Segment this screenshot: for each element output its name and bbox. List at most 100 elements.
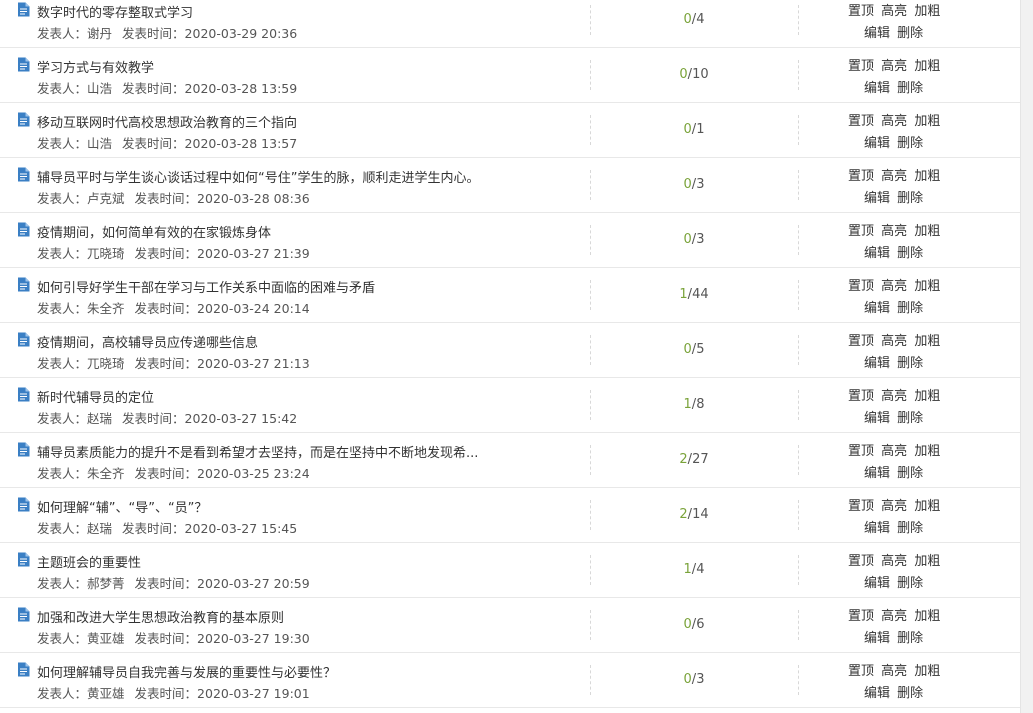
edit-button[interactable]: 编辑 bbox=[864, 686, 890, 701]
bold-button[interactable]: 加粗 bbox=[914, 169, 940, 184]
highlight-button[interactable]: 高亮 bbox=[881, 554, 907, 569]
edit-button[interactable]: 编辑 bbox=[864, 576, 890, 591]
document-icon bbox=[17, 607, 30, 622]
edit-button[interactable]: 编辑 bbox=[864, 521, 890, 536]
bold-button[interactable]: 加粗 bbox=[914, 389, 940, 404]
time-label: 发表时间： bbox=[134, 631, 198, 646]
view-count: 4 bbox=[696, 562, 705, 577]
post-meta: 发表人：朱全齐 发表时间：2020-03-25 23:24 bbox=[37, 463, 310, 482]
post-title-link[interactable]: 疫情期间，高校辅导员应传递哪些信息 bbox=[37, 332, 258, 351]
highlight-button[interactable]: 高亮 bbox=[881, 444, 907, 459]
post-title-link[interactable]: 疫情期间，如何简单有效的在家锻炼身体 bbox=[37, 222, 271, 241]
bold-button[interactable]: 加粗 bbox=[914, 444, 940, 459]
delete-button[interactable]: 删除 bbox=[897, 191, 923, 206]
pin-top-button[interactable]: 置顶 bbox=[848, 609, 874, 624]
pin-top-button[interactable]: 置顶 bbox=[848, 444, 874, 459]
post-row: 新时代辅导员的定位 发表人：赵瑞 发表时间：2020-03-27 15:42 1/… bbox=[0, 378, 1021, 433]
pin-top-button[interactable]: 置顶 bbox=[848, 169, 874, 184]
pin-top-button[interactable]: 置顶 bbox=[848, 499, 874, 514]
bold-button[interactable]: 加粗 bbox=[914, 334, 940, 349]
delete-button[interactable]: 删除 bbox=[897, 521, 923, 536]
edit-button[interactable]: 编辑 bbox=[864, 81, 890, 96]
post-row: 疫情期间，如何简单有效的在家锻炼身体 发表人：兀晓琦 发表时间：2020-03-2… bbox=[0, 213, 1021, 268]
delete-button[interactable]: 删除 bbox=[897, 356, 923, 371]
post-title-link[interactable]: 主题班会的重要性 bbox=[37, 552, 141, 571]
delete-button[interactable]: 删除 bbox=[897, 26, 923, 41]
delete-button[interactable]: 删除 bbox=[897, 301, 923, 316]
post-title-link[interactable]: 新时代辅导员的定位 bbox=[37, 387, 154, 406]
highlight-button[interactable]: 高亮 bbox=[881, 334, 907, 349]
highlight-button[interactable]: 高亮 bbox=[881, 224, 907, 239]
delete-button[interactable]: 删除 bbox=[897, 631, 923, 646]
edit-button[interactable]: 编辑 bbox=[864, 246, 890, 261]
highlight-button[interactable]: 高亮 bbox=[881, 664, 907, 679]
post-row: 如何理解“辅”、“导”、“员”？ 发表人：赵瑞 发表时间：2020-03-27 1… bbox=[0, 488, 1021, 543]
bold-button[interactable]: 加粗 bbox=[914, 609, 940, 624]
post-title-link[interactable]: 如何理解辅导员自我完善与发展的重要性与必要性？ bbox=[37, 662, 336, 681]
pin-top-button[interactable]: 置顶 bbox=[848, 664, 874, 679]
bold-button[interactable]: 加粗 bbox=[914, 59, 940, 74]
pin-top-button[interactable]: 置顶 bbox=[848, 389, 874, 404]
column-divider bbox=[798, 445, 799, 475]
delete-button[interactable]: 删除 bbox=[897, 411, 923, 426]
column-divider bbox=[590, 445, 591, 475]
post-meta: 发表人：谢丹 发表时间：2020-03-29 20:36 bbox=[37, 23, 297, 42]
bold-button[interactable]: 加粗 bbox=[914, 279, 940, 294]
post-row: 移动互联网时代高校思想政治教育的三个指向 发表人：山浩 发表时间：2020-03-… bbox=[0, 103, 1021, 158]
edit-button[interactable]: 编辑 bbox=[864, 26, 890, 41]
author-name: 山浩 bbox=[87, 136, 113, 151]
edit-button[interactable]: 编辑 bbox=[864, 301, 890, 316]
post-title-link[interactable]: 数字时代的零存整取式学习 bbox=[37, 2, 193, 21]
highlight-button[interactable]: 高亮 bbox=[881, 169, 907, 184]
highlight-button[interactable]: 高亮 bbox=[881, 4, 907, 19]
bold-button[interactable]: 加粗 bbox=[914, 224, 940, 239]
actions-bottom: 编辑 删除 bbox=[864, 572, 926, 591]
view-count: 27 bbox=[692, 452, 709, 467]
bold-button[interactable]: 加粗 bbox=[914, 499, 940, 514]
post-title-link[interactable]: 学习方式与有效教学 bbox=[37, 57, 154, 76]
pin-top-button[interactable]: 置顶 bbox=[848, 224, 874, 239]
edit-button[interactable]: 编辑 bbox=[864, 466, 890, 481]
delete-button[interactable]: 删除 bbox=[897, 136, 923, 151]
delete-button[interactable]: 删除 bbox=[897, 576, 923, 591]
delete-button[interactable]: 删除 bbox=[897, 81, 923, 96]
author-label: 发表人： bbox=[37, 191, 88, 206]
highlight-button[interactable]: 高亮 bbox=[881, 59, 907, 74]
bold-button[interactable]: 加粗 bbox=[914, 114, 940, 129]
post-title-link[interactable]: 辅导员素质能力的提升不是看到希望才去坚持，而是在坚持中不断地发现希... bbox=[37, 442, 478, 461]
pin-top-button[interactable]: 置顶 bbox=[848, 554, 874, 569]
time-label: 发表时间： bbox=[122, 411, 185, 426]
post-time: 2020-03-27 15:42 bbox=[184, 411, 298, 426]
actions-top: 置顶 高亮 加粗 bbox=[848, 385, 943, 404]
delete-button[interactable]: 删除 bbox=[897, 686, 923, 701]
pin-top-button[interactable]: 置顶 bbox=[848, 334, 874, 349]
bold-button[interactable]: 加粗 bbox=[914, 4, 940, 19]
post-title-link[interactable]: 辅导员平时与学生谈心谈话过程中如何“号住”学生的脉，顺利走进学生内心。 bbox=[37, 167, 479, 186]
bold-button[interactable]: 加粗 bbox=[914, 554, 940, 569]
highlight-button[interactable]: 高亮 bbox=[881, 279, 907, 294]
pin-top-button[interactable]: 置顶 bbox=[848, 114, 874, 129]
pin-top-button[interactable]: 置顶 bbox=[848, 4, 874, 19]
delete-button[interactable]: 删除 bbox=[897, 246, 923, 261]
delete-button[interactable]: 删除 bbox=[897, 466, 923, 481]
post-title-link[interactable]: 移动互联网时代高校思想政治教育的三个指向 bbox=[37, 112, 297, 131]
highlight-button[interactable]: 高亮 bbox=[881, 609, 907, 624]
highlight-button[interactable]: 高亮 bbox=[881, 114, 907, 129]
post-title-link[interactable]: 如何引导好学生干部在学习与工作关系中面临的困难与矛盾 bbox=[37, 277, 375, 296]
pin-top-button[interactable]: 置顶 bbox=[848, 59, 874, 74]
edit-button[interactable]: 编辑 bbox=[864, 411, 890, 426]
edit-button[interactable]: 编辑 bbox=[864, 631, 890, 646]
bold-button[interactable]: 加粗 bbox=[914, 664, 940, 679]
scrollbar[interactable] bbox=[1020, 0, 1033, 713]
author-label: 发表人： bbox=[37, 521, 88, 536]
highlight-button[interactable]: 高亮 bbox=[881, 499, 907, 514]
reply-count: 1 bbox=[683, 397, 692, 412]
edit-button[interactable]: 编辑 bbox=[864, 191, 890, 206]
pin-top-button[interactable]: 置顶 bbox=[848, 279, 874, 294]
author-name: 赵瑞 bbox=[87, 411, 113, 426]
edit-button[interactable]: 编辑 bbox=[864, 356, 890, 371]
highlight-button[interactable]: 高亮 bbox=[881, 389, 907, 404]
post-title-link[interactable]: 如何理解“辅”、“导”、“员”？ bbox=[37, 497, 207, 516]
post-title-link[interactable]: 加强和改进大学生思想政治教育的基本原则 bbox=[37, 607, 284, 626]
edit-button[interactable]: 编辑 bbox=[864, 136, 890, 151]
